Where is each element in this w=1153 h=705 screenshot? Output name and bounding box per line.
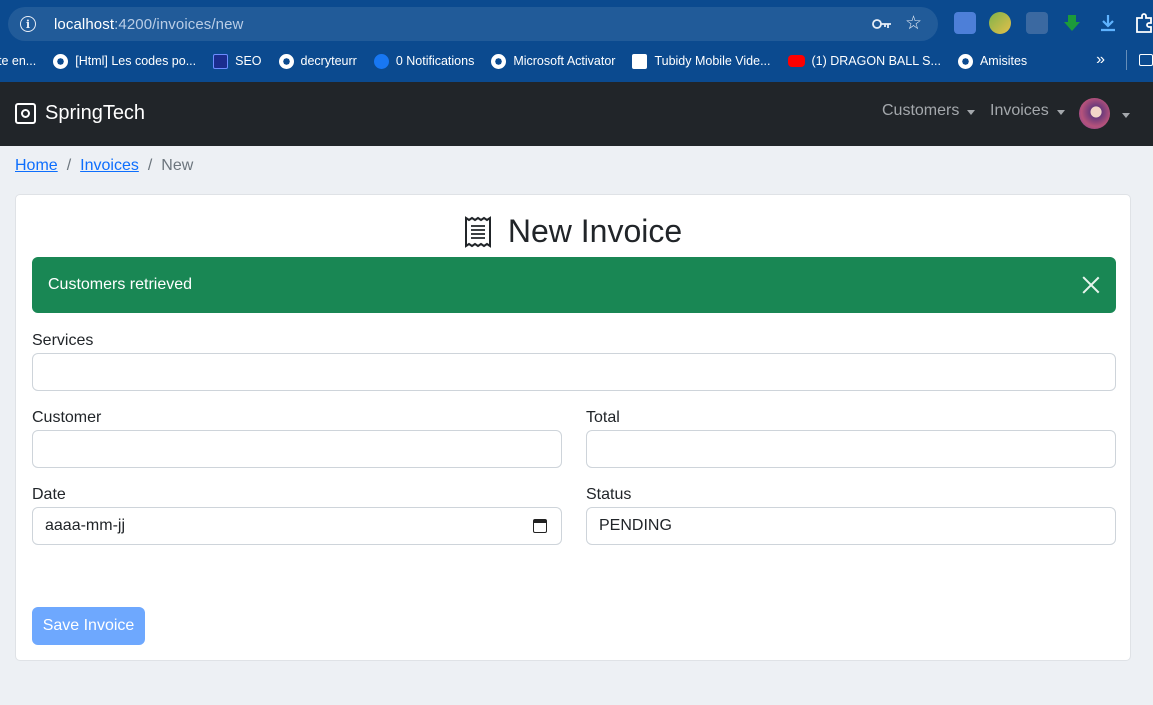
date-label: Date [32, 486, 66, 503]
bookmark-item[interactable]: Tubidy Mobile Vide... [632, 53, 771, 69]
customer-label: Customer [32, 409, 102, 426]
bookmarks-folder-icon[interactable] [1139, 54, 1153, 66]
invoices-dropdown[interactable]: Invoices [990, 102, 1065, 120]
globe-icon [278, 53, 294, 69]
save-invoice-button[interactable]: Save Invoice [32, 607, 145, 645]
user-avatar[interactable] [1079, 98, 1110, 129]
green-arrow-extension-icon[interactable] [1061, 12, 1083, 34]
breadcrumb: Home / Invoices / New [15, 157, 193, 175]
tubidy-icon [632, 53, 648, 69]
globe-icon [957, 53, 973, 69]
receipt-icon [464, 215, 491, 248]
caret-down-icon[interactable] [1122, 113, 1130, 118]
facebook-icon [373, 53, 389, 69]
bookmarks-bar: te en... [Html] Les codes po... SEO decr… [0, 47, 1153, 75]
url-text[interactable]: localhost:4200/invoices/new [54, 16, 244, 33]
date-placeholder: aaaa-mm-jj [45, 517, 126, 534]
customer-select[interactable] [32, 430, 562, 468]
app-navbar: SpringTech Customers Invoices [0, 82, 1153, 146]
bookmark-item[interactable]: te en... [0, 54, 36, 68]
page-title: New Invoice [16, 213, 1130, 250]
password-key-icon[interactable] [872, 16, 892, 32]
title-text: New Invoice [507, 213, 683, 249]
translate-extension-icon[interactable] [954, 12, 976, 34]
breadcrumb-separator: / [66, 157, 72, 174]
services-label: Services [32, 332, 94, 349]
site-info-icon[interactable]: i [20, 16, 36, 32]
safe-icon [15, 103, 36, 124]
bookmark-item[interactable]: Microsoft Activator [491, 53, 615, 69]
breadcrumb-invoices[interactable]: Invoices [80, 157, 139, 175]
bookmark-item[interactable]: 0 Notifications [373, 53, 474, 69]
bookmark-item[interactable]: SEO [213, 53, 262, 69]
extension-icon[interactable] [989, 12, 1011, 34]
invoice-form-card: New Invoice Customers retrieved Services… [15, 194, 1131, 661]
bookmark-item[interactable]: decryteurr [278, 53, 357, 69]
customers-dropdown[interactable]: Customers [882, 102, 976, 120]
invoices-label: Invoices [990, 102, 1049, 119]
download-icon[interactable] [1097, 12, 1119, 34]
bookmark-item[interactable]: Amisites [957, 53, 1027, 69]
breadcrumb-separator: / [147, 157, 153, 174]
globe-icon [491, 53, 507, 69]
customers-label: Customers [882, 102, 960, 119]
browser-chrome: i localhost:4200/invoices/new ☆ te en...… [0, 0, 1153, 82]
brand-link[interactable]: SpringTech [15, 102, 145, 125]
more-bookmarks-icon[interactable]: » [1096, 51, 1105, 69]
breadcrumb-home[interactable]: Home [15, 157, 58, 175]
bookmark-item[interactable]: [Html] Les codes po... [53, 53, 196, 69]
calendar-icon[interactable] [533, 519, 547, 533]
copy-extension-icon[interactable] [1026, 12, 1048, 34]
status-label: Status [586, 486, 632, 503]
status-value: PENDING [599, 517, 672, 534]
divider [1126, 50, 1127, 70]
caret-down-icon [1056, 109, 1065, 115]
address-bar[interactable]: i localhost:4200/invoices/new ☆ [8, 7, 938, 41]
bookmark-item[interactable]: (1) DRAGON BALL S... [787, 54, 941, 68]
brand-name: SpringTech [45, 102, 146, 124]
youtube-icon [787, 55, 805, 67]
alert-message: Customers retrieved [48, 276, 193, 293]
date-input[interactable]: aaaa-mm-jj [32, 507, 562, 545]
status-input[interactable]: PENDING [586, 507, 1116, 545]
extensions-puzzle-icon[interactable] [1133, 12, 1153, 34]
bookmark-star-icon[interactable]: ☆ [905, 12, 922, 35]
close-icon[interactable] [1080, 274, 1102, 296]
seo-icon [213, 53, 229, 69]
breadcrumb-current: New [161, 157, 194, 174]
globe-icon [53, 53, 69, 69]
total-input[interactable] [586, 430, 1116, 468]
caret-down-icon [967, 109, 976, 115]
total-label: Total [586, 409, 620, 426]
success-alert: Customers retrieved [32, 257, 1116, 313]
services-input[interactable] [32, 353, 1116, 391]
